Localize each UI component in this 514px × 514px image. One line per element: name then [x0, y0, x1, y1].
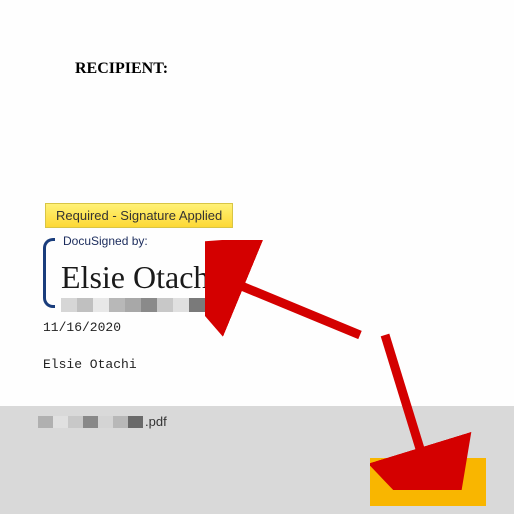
- printed-name: Elsie Otachi: [43, 357, 514, 372]
- signature-date: 11/16/2020: [43, 320, 514, 335]
- footer-bar: .pdf FINISH: [0, 406, 514, 514]
- signature-bracket: [43, 238, 55, 308]
- signature-handwriting: Elsie Otachi: [61, 250, 233, 296]
- filename-row: .pdf: [0, 406, 514, 429]
- finish-button[interactable]: FINISH: [370, 458, 486, 506]
- file-extension: .pdf: [145, 414, 167, 429]
- signature-block[interactable]: DocuSigned by: Elsie Otachi: [43, 234, 233, 312]
- filename-obscured: [38, 416, 143, 428]
- signature-status-badge: Required - Signature Applied: [45, 203, 233, 228]
- document-area: RECIPIENT: Required - Signature Applied …: [0, 0, 514, 372]
- recipient-label: RECIPIENT:: [75, 60, 514, 78]
- signature-hash: [61, 298, 233, 312]
- docusigned-by-label: DocuSigned by:: [63, 234, 233, 248]
